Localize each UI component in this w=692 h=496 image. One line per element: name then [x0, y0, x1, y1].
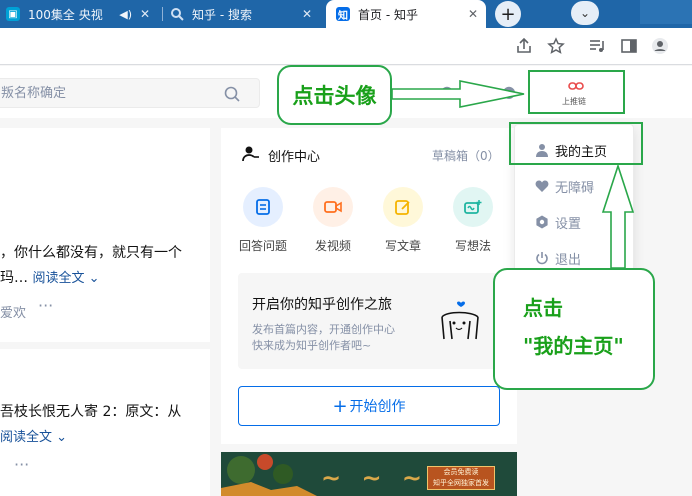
feed-excerpt-line2: 玛… 阅读全文 ⌄ — [0, 267, 100, 287]
search-input[interactable] — [0, 79, 209, 107]
tool-label: 发视频 — [314, 239, 351, 253]
badge-line: 知乎全网独家首发 — [433, 479, 489, 487]
read-more-label: 阅读全文 — [32, 271, 85, 286]
link-button-label: 上推链 — [562, 97, 586, 106]
tool-label: 写文章 — [384, 239, 421, 253]
tab-search-button[interactable]: ⌄ — [571, 1, 599, 25]
close-icon[interactable]: ✕ — [468, 7, 478, 21]
message-icon[interactable]: ● — [494, 76, 524, 106]
search-icon — [171, 8, 184, 21]
promo-desc: 快来成为知乎创作者吧~ — [252, 339, 372, 352]
read-more-link[interactable]: 阅读全文 ⌄ — [32, 271, 99, 286]
zhihu-icon: 知 — [336, 7, 350, 22]
more-icon[interactable]: ··· — [14, 455, 29, 474]
search-icon[interactable] — [223, 85, 241, 103]
tab-title: 100集全 央视 — [28, 7, 103, 22]
feed-excerpt-tail: 玛… — [0, 270, 28, 286]
banner-title-art-icon: ~ ~ ~ — [321, 464, 429, 492]
tab-title: 首页 - 知乎 — [358, 7, 418, 22]
heart-icon — [535, 180, 549, 192]
chevron-down-icon: ⌄ — [88, 271, 100, 286]
side-panel-icon[interactable] — [620, 37, 638, 55]
feed-action-label: 爱欢 — [0, 306, 27, 321]
feed-excerpt: 吾枝长恨无人寄 2：原文：从 — [0, 404, 182, 420]
promo-title: 开启你的知乎创作之旅 — [252, 297, 392, 313]
profile-icon[interactable] — [651, 37, 669, 55]
menu-item-label: 无障碍 — [555, 180, 595, 196]
close-icon[interactable]: ✕ — [140, 7, 150, 21]
idea-icon — [453, 187, 493, 227]
feed-card: ，你什么都没有，就只有一个 玛… 阅读全文 ⌄ 爱欢 ··· — [0, 128, 210, 342]
menu-item-settings[interactable]: 设置 — [523, 211, 581, 233]
badge-line: 会员免费读 — [443, 468, 479, 476]
chevron-down-icon: ⌄ — [579, 6, 591, 20]
tab-zhihu-home[interactable]: 知 首页 - 知乎 ✕ — [326, 0, 486, 28]
tab-divider — [162, 7, 163, 21]
new-tab-button[interactable]: + — [495, 1, 521, 27]
close-icon[interactable]: ✕ — [302, 7, 312, 21]
creator-icon — [242, 146, 259, 162]
tool-label: 写想法 — [454, 239, 491, 253]
callout-line: "我的主页" — [523, 334, 624, 358]
menu-item-label: 退出 — [555, 252, 582, 268]
window-controls[interactable] — [640, 0, 692, 24]
more-icon[interactable]: ··· — [38, 296, 53, 315]
browser-toolbar — [0, 28, 692, 65]
bilibili-icon: ▣ — [6, 7, 20, 21]
start-creating-button[interactable]: + 开始创作 — [238, 386, 500, 426]
creation-center-title: 创作中心 — [268, 150, 321, 165]
article-icon — [383, 187, 423, 227]
feed-action[interactable]: 爱欢 — [0, 302, 26, 321]
read-more-link[interactable]: 阅读全文 ⌄ — [0, 430, 67, 445]
gear-icon — [536, 215, 548, 229]
callout-click-homepage: 点击 "我的主页" — [493, 268, 655, 390]
answer-question-button[interactable]: 回答问题 — [233, 187, 293, 254]
audio-icon[interactable]: ◀) — [119, 8, 132, 21]
menu-item-label: 设置 — [555, 216, 582, 232]
homepage-highlight-box — [509, 122, 643, 165]
cat-illustration — [441, 301, 479, 340]
feed-card: 吾枝长恨无人寄 2：原文：从 阅读全文 ⌄ ··· — [0, 349, 210, 496]
share-icon[interactable] — [515, 37, 533, 55]
bookmark-star-icon[interactable] — [547, 37, 565, 55]
avatar-highlight-box[interactable]: 上推链 — [528, 70, 625, 114]
promo-banner[interactable]: ~ ~ ~ 会员免费读 知乎全网独家首发 — [221, 452, 517, 496]
answer-icon — [243, 187, 283, 227]
media-control-icon[interactable] — [588, 37, 606, 55]
post-video-button[interactable]: 发视频 — [303, 187, 363, 254]
start-creating-label: 开始创作 — [349, 399, 406, 415]
plus-icon: + — [332, 395, 348, 417]
creator-promo[interactable]: 开启你的知乎创作之旅 发布首篇内容，开通创作中心 快来成为知乎创作者吧~ — [238, 273, 500, 369]
banner-badge: 会员免费读 知乎全网独家首发 — [427, 466, 495, 490]
callout-line: 点击 — [523, 296, 563, 320]
search-box — [0, 78, 260, 108]
power-icon — [536, 252, 548, 265]
drafts-link[interactable]: 草稿箱（0） — [432, 147, 500, 164]
tab-strip: ▣ 100集全 央视 ◀) ✕ 知乎 - 搜索 ✕ 知 首页 - 知乎 ✕ + … — [0, 0, 692, 28]
feed-excerpt-line2: 阅读全文 ⌄ — [0, 426, 67, 445]
notification-icon[interactable]: ● — [432, 76, 462, 106]
menu-item-accessibility[interactable]: 无障碍 — [523, 175, 594, 197]
write-idea-button[interactable]: 写想法 — [443, 187, 503, 254]
link-icon — [568, 82, 584, 90]
tool-label: 回答问题 — [238, 239, 287, 253]
menu-item-logout[interactable]: 退出 — [523, 247, 581, 269]
callout-click-avatar: 点击头像 — [277, 65, 392, 125]
write-article-button[interactable]: 写文章 — [373, 187, 433, 254]
promo-desc: 发布首篇内容，开通创作中心 — [252, 323, 395, 336]
feed-excerpt: ，你什么都没有，就只有一个 — [0, 245, 182, 261]
tab-title: 知乎 - 搜索 — [192, 7, 252, 22]
tab-bilibili[interactable]: ▣ 100集全 央视 ◀) ✕ — [6, 0, 158, 28]
tab-search[interactable]: 知乎 - 搜索 ✕ — [170, 0, 320, 28]
chevron-down-icon: ⌄ — [56, 430, 68, 445]
video-icon — [313, 187, 353, 227]
read-more-label: 阅读全文 — [0, 430, 53, 445]
